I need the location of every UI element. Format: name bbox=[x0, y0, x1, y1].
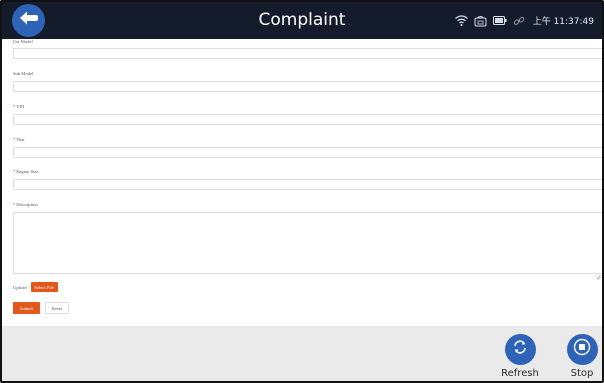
vin-input[interactable] bbox=[13, 114, 602, 125]
battery-icon bbox=[492, 14, 507, 28]
sub-model-input[interactable] bbox=[13, 81, 602, 92]
refresh-icon bbox=[512, 339, 528, 360]
app-window: Complaint 上午 11:37:49 Car Model Sub Mode… bbox=[0, 0, 604, 383]
engine-size-label-text: Engine Size bbox=[16, 169, 39, 174]
upload-label: Upload bbox=[13, 284, 27, 290]
required-mark: * bbox=[13, 137, 16, 142]
select-file-button[interactable]: Select File bbox=[30, 282, 58, 292]
engine-size-label: *Engine Size bbox=[13, 169, 38, 174]
stop-icon bbox=[573, 338, 591, 361]
required-mark: * bbox=[13, 104, 16, 109]
description-label-text: Description bbox=[16, 202, 38, 207]
stop-button[interactable]: Stop bbox=[564, 334, 600, 379]
car-model-label: Car Model bbox=[13, 39, 33, 44]
link-icon bbox=[512, 14, 526, 28]
year-input[interactable] bbox=[13, 147, 602, 158]
vin-label: *VIN bbox=[13, 104, 24, 109]
upload-row: Upload Select File bbox=[13, 282, 58, 292]
bluetooth-box-icon bbox=[474, 14, 488, 28]
refresh-button[interactable]: Refresh bbox=[501, 334, 539, 379]
description-textarea[interactable] bbox=[13, 212, 602, 280]
stop-circle[interactable] bbox=[566, 334, 598, 365]
submit-button[interactable]: Submit bbox=[13, 302, 40, 314]
reset-button[interactable]: Reset bbox=[45, 302, 69, 314]
complaint-form: Car Model Sub Model *VIN *Year *Engine S… bbox=[2, 39, 602, 326]
stop-label: Stop bbox=[570, 368, 594, 379]
status-bar: 上午 11:37:49 bbox=[455, 2, 594, 39]
engine-size-input[interactable] bbox=[13, 179, 602, 190]
sub-model-label: Sub Model bbox=[13, 71, 34, 76]
year-label-text: Year bbox=[16, 137, 25, 142]
bottom-action-bar: Refresh Stop bbox=[2, 326, 602, 381]
vin-label-text: VIN bbox=[16, 104, 25, 109]
description-label: *Description bbox=[13, 202, 38, 207]
back-button[interactable] bbox=[12, 4, 45, 37]
clock-time: 上午 11:37:49 bbox=[532, 17, 594, 27]
required-mark: * bbox=[13, 169, 16, 174]
refresh-label: Refresh bbox=[501, 368, 539, 379]
required-mark: * bbox=[13, 202, 16, 207]
back-arrow-icon bbox=[19, 10, 39, 31]
car-model-input[interactable] bbox=[13, 48, 602, 59]
refresh-circle[interactable] bbox=[504, 334, 536, 365]
wifi-icon bbox=[455, 14, 469, 28]
resize-handle-icon[interactable] bbox=[596, 267, 601, 280]
header-bar: Complaint 上午 11:37:49 bbox=[2, 2, 602, 39]
year-label: *Year bbox=[13, 137, 25, 142]
